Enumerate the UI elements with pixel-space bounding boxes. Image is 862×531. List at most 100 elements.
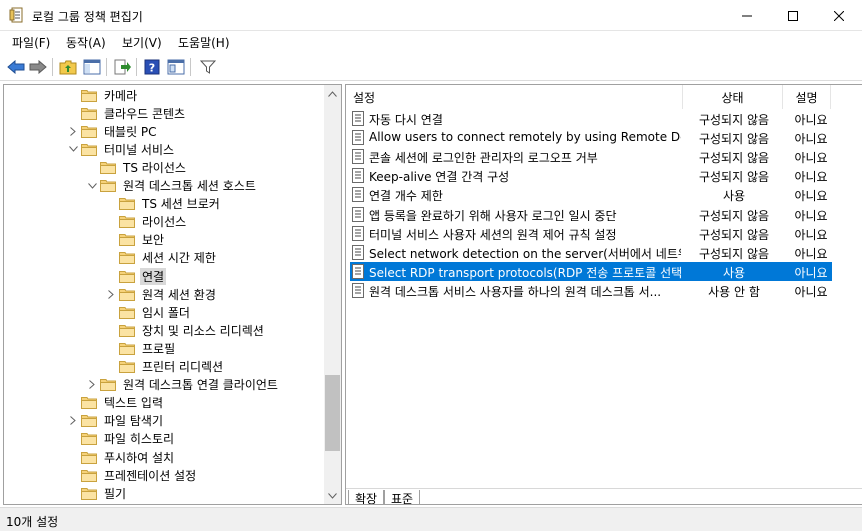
filter-button[interactable] [198, 57, 218, 77]
column-header-comment[interactable]: 설명 [783, 85, 831, 109]
tree-item[interactable]: 파일 탐색기 [67, 412, 165, 430]
folder-icon [81, 469, 97, 482]
chevron-right-icon[interactable] [67, 415, 79, 427]
tree-item-label: 장치 및 리소스 리디렉션 [142, 323, 264, 338]
setting-state: 구성되지 않음 [698, 113, 770, 127]
tree-item[interactable]: TS 라이선스 [86, 158, 188, 176]
tree-item[interactable]: TS 세션 브로커 [105, 195, 222, 213]
tree-item[interactable]: 터미널 서비스 [67, 140, 176, 158]
menu-file[interactable]: 파일(F) [12, 34, 50, 51]
chevron-down-icon[interactable] [67, 143, 79, 155]
tree-item-label: 연결 [140, 267, 167, 285]
setting-name: 터미널 서비스 사용자 세션의 원격 제어 규칙 설정 [369, 227, 617, 242]
tree-item-label: 태블릿 PC [104, 124, 157, 139]
maximize-button[interactable] [770, 0, 816, 31]
tab-extended[interactable]: 확장 [348, 490, 385, 504]
status-bar: 10개 설정 [0, 507, 862, 531]
policy-setting-icon [352, 168, 364, 184]
tree-item[interactable]: 프레젠테이션 설정 [67, 466, 198, 484]
scroll-down-button[interactable] [324, 487, 341, 504]
export-list-button[interactable] [112, 57, 132, 77]
properties-button[interactable] [166, 57, 186, 77]
group-policy-icon [9, 7, 23, 23]
tree-item[interactable]: 텍스트 입력 [67, 394, 165, 412]
setting-comment: 아니요 [794, 227, 828, 242]
tree-item[interactable]: 프린터 리디렉션 [105, 358, 225, 376]
folder-icon [81, 451, 97, 464]
tree-item[interactable]: 연결 [105, 267, 167, 285]
tree-item-label: TS 라이선스 [123, 160, 186, 175]
folder-icon [119, 270, 135, 283]
close-button[interactable] [816, 0, 862, 31]
tree-item-label: 터미널 서비스 [104, 142, 175, 157]
setting-row[interactable]: 앱 등록을 완료하기 위해 사용자 로그인 일시 중단 구성되지 않음 아니요 [350, 205, 832, 224]
setting-row[interactable]: 터미널 서비스 사용자 세션의 원격 제어 규칙 설정 구성되지 않음 아니요 [350, 224, 832, 243]
forward-button[interactable] [28, 57, 48, 77]
setting-row[interactable]: Allow users to connect remotely by using… [350, 128, 832, 147]
setting-comment: 아니요 [794, 284, 828, 299]
tree-item[interactable]: 카메라 [67, 86, 139, 104]
chevron-down-icon[interactable] [86, 180, 98, 192]
setting-row[interactable]: 원격 데스크톱 서비스 사용자를 하나의 원격 데스크톱 서... 사용 안 함 아… [350, 281, 832, 300]
tree-item-label: 프레젠테이션 설정 [104, 468, 197, 483]
column-header-setting[interactable]: 설정 [346, 85, 683, 109]
tree-item-label: 파일 탐색기 [104, 414, 164, 429]
chevron-right-icon[interactable] [86, 379, 98, 391]
minimize-button[interactable] [724, 0, 770, 31]
tree-item[interactable]: 태블릿 PC [67, 122, 159, 140]
tree-item[interactable]: 원격 세션 환경 [105, 285, 218, 303]
tree-item[interactable]: 푸시하여 설치 [67, 448, 176, 466]
tree-item[interactable]: 라이선스 [105, 213, 188, 231]
menu-help[interactable]: 도움말(H) [178, 34, 230, 51]
setting-row[interactable]: Select network detection on the server(서… [350, 243, 832, 262]
tree-item[interactable]: 보안 [105, 231, 166, 249]
tree-scrollbar[interactable] [324, 85, 341, 504]
folder-icon [119, 288, 135, 301]
console-tree[interactable]: 카메라 클라우드 콘텐츠태블릿 PC 터미널 서비스 TS 라이선스원격 데스크톱 세… [3, 84, 342, 505]
show-hide-console-tree-button[interactable] [82, 57, 102, 77]
toolbar-separator [106, 58, 107, 76]
tree-item-label: 푸시하여 설치 [104, 450, 175, 465]
setting-row[interactable]: Select RDP transport protocols(RDP 전송 프로… [350, 261, 832, 281]
menu-action[interactable]: 동작(A) [66, 34, 106, 51]
policy-setting-icon [352, 187, 364, 203]
setting-row[interactable]: 자동 다시 연결 구성되지 않음 아니요 [350, 109, 832, 128]
setting-row[interactable]: 콘솔 세션에 로그인한 관리자의 로그오프 거부 구성되지 않음 아니요 [350, 147, 832, 166]
menu-view[interactable]: 보기(V) [122, 34, 162, 51]
chevron-right-icon[interactable] [105, 288, 117, 300]
folder-icon [119, 342, 135, 355]
tree-item[interactable]: 원격 데스크톱 세션 호스트 [86, 177, 258, 195]
tree-item[interactable]: 장치 및 리소스 리디렉션 [105, 321, 266, 339]
help-button[interactable]: ? [142, 57, 162, 77]
folder-icon [119, 233, 135, 247]
chevron-right-icon[interactable] [67, 125, 79, 137]
scroll-up-button[interactable] [324, 85, 341, 102]
setting-row[interactable]: Keep-alive 연결 간격 구성 구성되지 않음 아니요 [350, 166, 832, 185]
tab-standard[interactable]: 표준 [384, 490, 421, 504]
folder-icon [119, 324, 135, 337]
back-button[interactable] [6, 57, 26, 77]
setting-row[interactable]: 연결 개수 제한 사용 아니요 [350, 185, 832, 204]
scroll-thumb[interactable] [325, 375, 340, 451]
setting-name: 자동 다시 연결 [369, 113, 443, 127]
tree-item[interactable]: 클라우드 콘텐츠 [67, 104, 187, 122]
folder-icon [81, 432, 97, 446]
column-header-setting-label: 설정 [353, 90, 376, 105]
tree-item[interactable]: 원격 데스크톱 연결 클라이언트 [86, 376, 280, 394]
toolbar-separator [190, 58, 191, 76]
tree-item[interactable]: 파일 히스토리 [67, 430, 176, 448]
tree-item[interactable]: 세션 시간 제한 [105, 249, 218, 267]
column-header-state[interactable]: 상태 [683, 85, 783, 109]
up-folder-button[interactable] [58, 57, 78, 77]
setting-comment: 아니요 [794, 265, 828, 280]
tree-item[interactable]: 필기 [67, 484, 128, 502]
tree-item[interactable]: 홈 그룹 [67, 502, 143, 504]
view-tabs: 확장 표준 [346, 488, 862, 504]
tree-item[interactable]: 임시 폴더 [105, 303, 192, 321]
folder-icon [119, 197, 135, 211]
tree-item[interactable]: 프로필 [105, 339, 177, 357]
